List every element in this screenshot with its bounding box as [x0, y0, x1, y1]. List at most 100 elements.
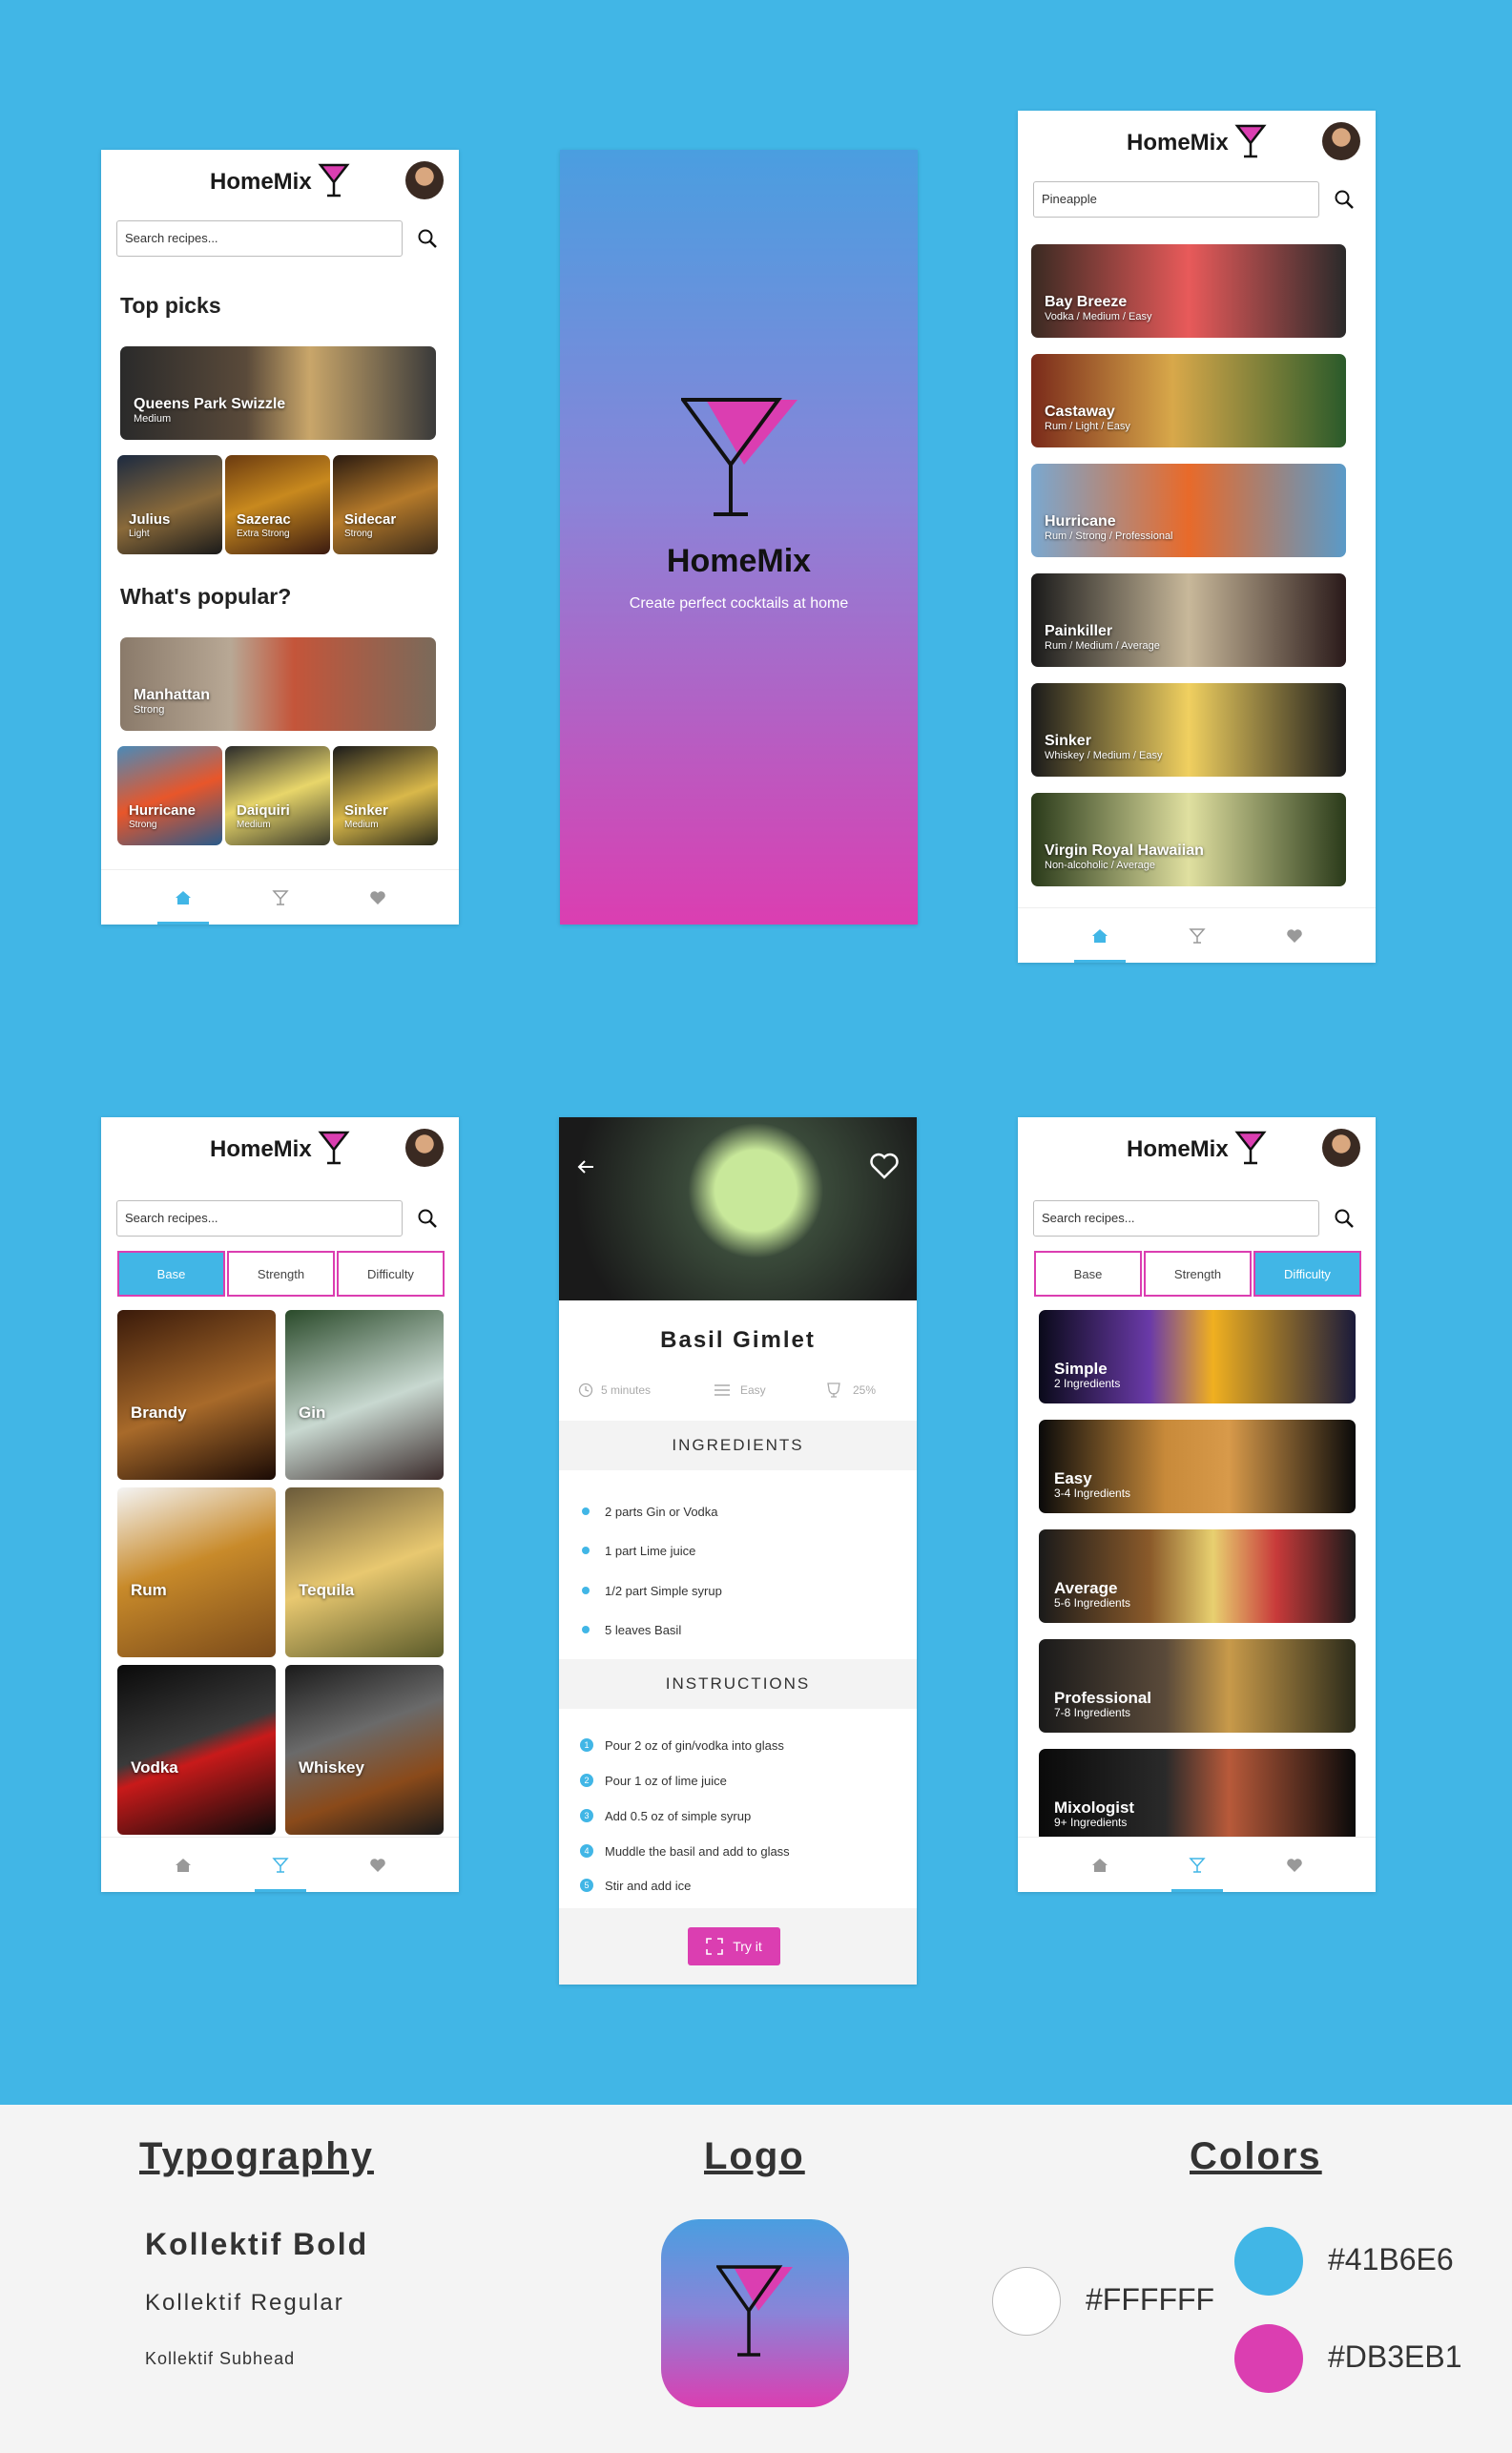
base-brandy[interactable]: Brandy	[117, 1310, 276, 1480]
card-subtitle: 3-4 Ingredients	[1054, 1486, 1131, 1500]
filter-strength[interactable]: Strength	[1144, 1251, 1252, 1297]
result-virgin-royal-hawaiian[interactable]: Virgin Royal Hawaiian Non-alcoholic / Av…	[1031, 793, 1346, 886]
avatar[interactable]	[1322, 122, 1360, 160]
search-input[interactable]: Search recipes...	[116, 1200, 403, 1237]
card-subtitle: Vodka / Medium / Easy	[1045, 311, 1152, 322]
card-manhattan[interactable]: Manhattan Strong	[120, 637, 436, 731]
ingredient-item: 5 leaves Basil	[605, 1623, 682, 1637]
result-painkiller[interactable]: Painkiller Rum / Medium / Average	[1031, 573, 1346, 667]
avatar[interactable]	[1322, 1129, 1360, 1167]
card-sinker[interactable]: Sinker Medium	[333, 746, 438, 845]
base-tequila[interactable]: Tequila	[285, 1487, 444, 1657]
list-icon	[715, 1384, 730, 1396]
search-icon[interactable]	[1334, 189, 1355, 210]
base-gin[interactable]: Gin	[285, 1310, 444, 1480]
difficulty-mixologist[interactable]: Mixologist 9+ Ingredients	[1039, 1749, 1356, 1842]
featured-card[interactable]: Queens Park Swizzle Medium	[120, 346, 436, 440]
card-subtitle: 9+ Ingredients	[1054, 1816, 1128, 1829]
ingredient-item: 2 parts Gin or Vodka	[605, 1505, 718, 1519]
search-input[interactable]: Search recipes...	[1033, 1200, 1319, 1237]
step-number: 3	[580, 1809, 593, 1822]
color-hex-pink: #DB3EB1	[1328, 2339, 1462, 2374]
result-bay-breeze[interactable]: Bay Breeze Vodka / Medium / Easy	[1031, 244, 1346, 338]
app-title: HomeMix	[210, 1136, 312, 1162]
search-icon[interactable]	[417, 1208, 438, 1229]
card-subtitle: 5-6 Ingredients	[1054, 1596, 1131, 1610]
tab-home[interactable]	[155, 870, 212, 925]
card-sazerac[interactable]: Sazerac Extra Strong	[225, 455, 330, 554]
base-label: Whiskey	[299, 1758, 364, 1777]
tab-bar	[1018, 907, 1376, 963]
filter-difficulty[interactable]: Difficulty	[337, 1251, 445, 1297]
base-vodka[interactable]: Vodka	[117, 1665, 276, 1835]
heart-icon	[1287, 929, 1302, 943]
card-title: Castaway	[1045, 404, 1115, 420]
tab-favorites[interactable]	[349, 1838, 406, 1892]
ingredients-header: INGREDIENTS	[559, 1421, 917, 1470]
card-title: Daiquiri	[237, 802, 290, 819]
difficulty-easy[interactable]: Easy 3-4 Ingredients	[1039, 1420, 1356, 1513]
card-title: Bay Breeze	[1045, 294, 1128, 310]
search-input[interactable]: Pineapple	[1033, 181, 1319, 218]
base-label: Brandy	[131, 1403, 187, 1422]
base-label: Rum	[131, 1581, 167, 1599]
filter-strength[interactable]: Strength	[227, 1251, 335, 1297]
tab-cocktails[interactable]	[1169, 908, 1226, 963]
result-hurricane[interactable]: Hurricane Rum / Strong / Professional	[1031, 464, 1346, 557]
cocktail-icon	[1189, 1858, 1206, 1873]
card-subtitle: Rum / Strong / Professional	[1045, 530, 1173, 542]
step-number: 4	[580, 1844, 593, 1858]
card-sidecar[interactable]: Sidecar Strong	[333, 455, 438, 554]
base-rum[interactable]: Rum	[117, 1487, 276, 1657]
card-subtitle: Strong	[134, 704, 165, 716]
filter-base[interactable]: Base	[1034, 1251, 1142, 1297]
search-icon[interactable]	[1334, 1208, 1355, 1229]
difficulty-average[interactable]: Average 5-6 Ingredients	[1039, 1529, 1356, 1623]
tab-home[interactable]	[155, 1838, 212, 1892]
tab-favorites[interactable]	[349, 870, 406, 925]
step-number: 1	[580, 1738, 593, 1752]
avatar[interactable]	[405, 1129, 444, 1167]
instruction-step: Muddle the basil and add to glass	[605, 1844, 790, 1859]
tab-home[interactable]	[1071, 1838, 1129, 1892]
card-subtitle: Medium	[237, 820, 271, 830]
back-arrow-icon[interactable]	[574, 1155, 597, 1178]
filter-difficulty[interactable]: Difficulty	[1253, 1251, 1361, 1297]
home-icon	[176, 891, 191, 904]
result-castaway[interactable]: Castaway Rum / Light / Easy	[1031, 354, 1346, 447]
hero-image	[559, 1117, 917, 1300]
tab-cocktails[interactable]	[252, 1838, 309, 1892]
tab-favorites[interactable]	[1266, 1838, 1323, 1892]
heart-icon[interactable]	[869, 1152, 900, 1180]
result-sinker[interactable]: Sinker Whiskey / Medium / Easy	[1031, 683, 1346, 777]
instruction-step: Stir and add ice	[605, 1879, 692, 1893]
avatar[interactable]	[405, 161, 444, 199]
difficulty-simple[interactable]: Simple 2 Ingredients	[1039, 1310, 1356, 1403]
tab-cocktails[interactable]	[1169, 1838, 1226, 1892]
card-subtitle: Rum / Light / Easy	[1045, 421, 1130, 432]
base-label: Tequila	[299, 1581, 355, 1599]
search-icon[interactable]	[417, 228, 438, 249]
tab-favorites[interactable]	[1266, 908, 1323, 963]
filter-base[interactable]: Base	[117, 1251, 225, 1297]
screen-recipe-detail: Basil Gimlet 5 minutes Easy 25% INGREDIE…	[559, 1117, 917, 1985]
try-it-button[interactable]: Try it	[688, 1927, 780, 1965]
tab-home[interactable]	[1071, 908, 1129, 963]
card-daiquiri[interactable]: Daiquiri Medium	[225, 746, 330, 845]
app-title: HomeMix	[1127, 1136, 1229, 1162]
screen-home: HomeMix Search recipes... Top picks Quee…	[101, 150, 459, 925]
base-whiskey[interactable]: Whiskey	[285, 1665, 444, 1835]
cocktail-icon	[272, 1858, 289, 1873]
bullet	[582, 1626, 590, 1633]
step-number: 5	[580, 1879, 593, 1892]
try-it-label: Try it	[733, 1939, 762, 1954]
card-hurricane[interactable]: Hurricane Strong	[117, 746, 222, 845]
tab-cocktails[interactable]	[252, 870, 309, 925]
search-input[interactable]: Search recipes...	[116, 220, 403, 257]
tab-bar	[101, 869, 459, 925]
card-subtitle: Light	[129, 529, 150, 539]
card-julius[interactable]: Julius Light	[117, 455, 222, 554]
difficulty-professional[interactable]: Professional 7-8 Ingredients	[1039, 1639, 1356, 1733]
section-title-popular: What's popular?	[120, 584, 292, 609]
font-sample-subhead: Kollektif Subhead	[145, 2349, 296, 2368]
